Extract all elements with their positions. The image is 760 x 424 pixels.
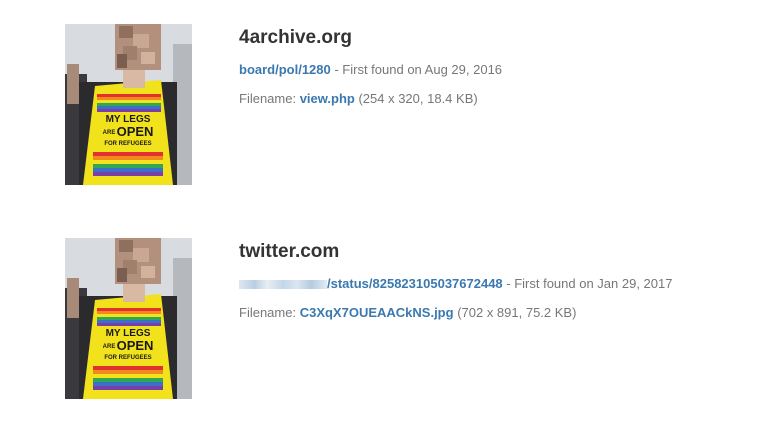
result-filename-line: Filename: C3XqX7OUEAACkNS.jpg (702 x 891… [239,304,749,322]
result-page-link[interactable]: /status/825823105037672448 [327,276,503,291]
filename-label: Filename: [239,91,300,106]
file-meta: (254 x 320, 18.4 KB) [354,91,478,106]
file-meta: (702 x 891, 75.2 KB) [453,305,577,320]
result-found-date: - First found on Aug 29, 2016 [330,62,503,77]
result-info: twitter.com /status/825823105037672448 -… [239,238,749,322]
result-found-date: - First found on Jan 29, 2017 [502,276,673,291]
sign-text-small: ARE [103,130,116,136]
filename-label: Filename: [239,305,300,320]
result-site-title: 4archive.org [239,27,352,48]
result-found-line: /status/825823105037672448 - First found… [239,275,749,293]
result-page-link[interactable]: board/pol/1280 [239,62,331,77]
sign-text-small: ARE [103,344,116,350]
result-info: 4archive.org board/pol/1280 - First foun… [239,24,749,108]
search-result: MY LEGS ARE OPEN FOR REFUGEES 4archive.o… [65,24,745,186]
sign-text-line3: FOR REFUGEES [104,141,151,147]
result-found-line: board/pol/1280 - First found on Aug 29, … [239,61,749,79]
sign-text-line3: FOR REFUGEES [104,355,151,361]
result-filename-link[interactable]: C3XqX7OUEAACkNS.jpg [300,305,454,320]
result-thumbnail[interactable]: MY LEGS ARE OPEN FOR REFUGEES [65,24,192,185]
result-filename-link[interactable]: view.php [300,91,355,106]
result-thumbnail[interactable]: MY LEGS ARE OPEN FOR REFUGEES [65,238,192,399]
search-result: MY LEGS ARE OPEN FOR REFUGEES twitter.co… [65,238,745,400]
result-site-title: twitter.com [239,241,340,262]
result-filename-line: Filename: view.php (254 x 320, 18.4 KB) [239,90,749,108]
sign-text-line2: OPEN [117,124,154,139]
protester-photo: MY LEGS ARE OPEN FOR REFUGEES [65,238,192,399]
sign-text-line2: OPEN [117,338,154,353]
redacted-username [239,280,327,290]
protester-photo: MY LEGS ARE OPEN FOR REFUGEES [65,24,192,185]
